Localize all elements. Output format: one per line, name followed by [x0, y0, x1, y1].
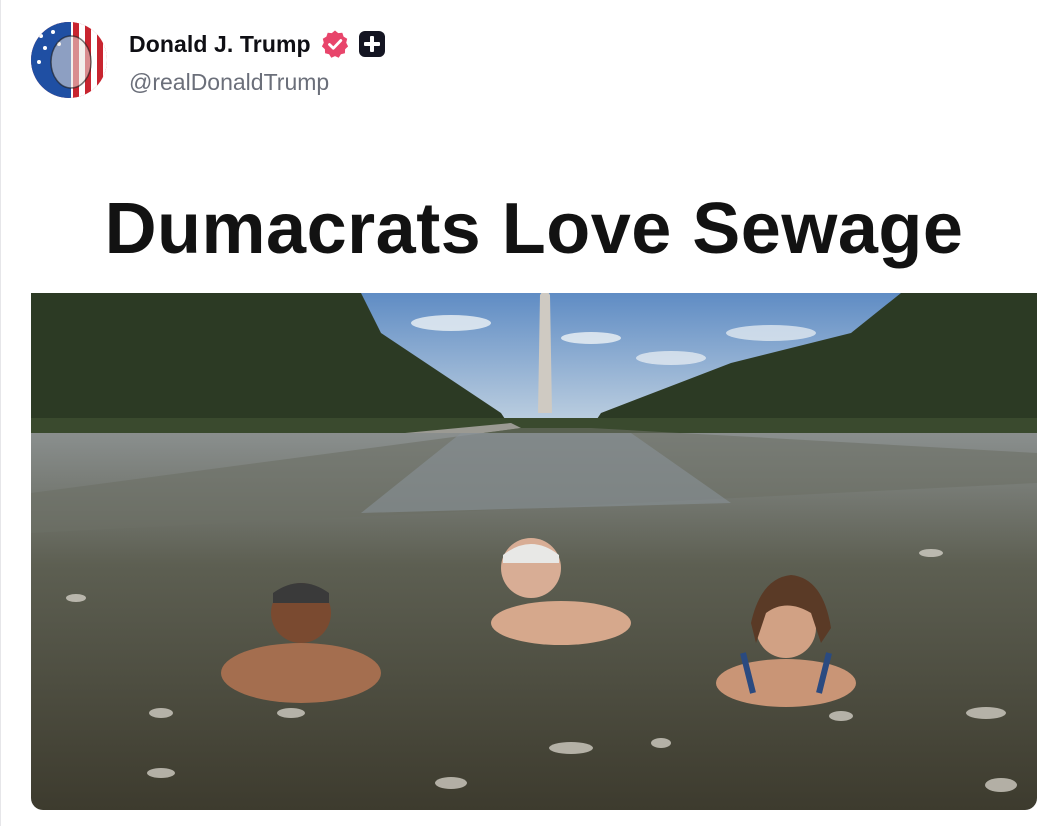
author-handle[interactable]: @realDonaldTrump	[129, 69, 329, 96]
author-name-row: Donald J. Trump	[129, 29, 385, 59]
verified-badge-icon	[320, 29, 350, 59]
author-display-name[interactable]: Donald J. Trump	[129, 31, 311, 58]
post-photo	[31, 293, 1037, 810]
flag-portrait-avatar-icon	[31, 22, 107, 98]
left-divider	[0, 0, 1, 826]
reflecting-pool-scene-illustration	[31, 293, 1037, 810]
post-image[interactable]: Dumacrats Love Sewage	[31, 170, 1037, 810]
plus-badge-icon	[358, 31, 385, 57]
author-avatar[interactable]	[31, 22, 107, 98]
image-headline: Dumacrats Love Sewage	[104, 189, 964, 269]
